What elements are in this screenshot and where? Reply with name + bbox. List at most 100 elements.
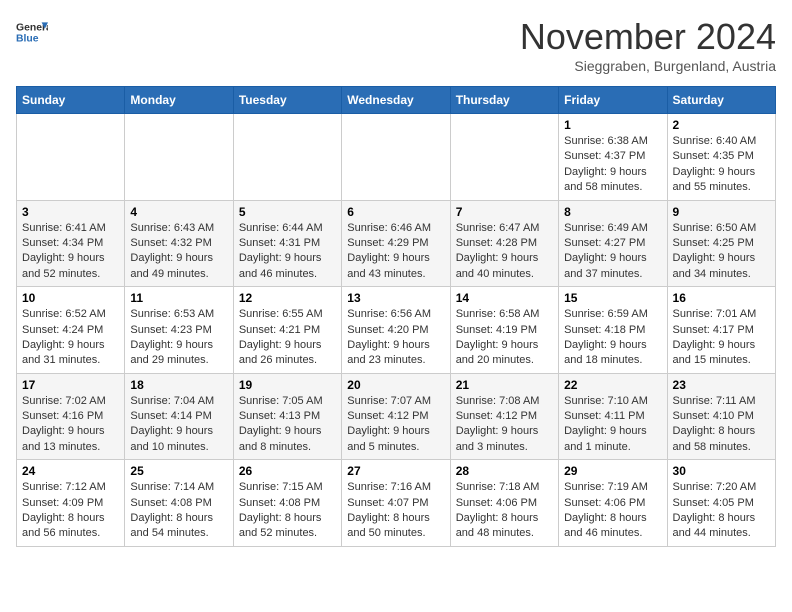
day-info: Sunrise: 7:02 AMSunset: 4:16 PMDaylight:… bbox=[22, 394, 119, 456]
weekday-header-monday: Monday bbox=[125, 87, 233, 114]
day-info: Sunrise: 6:41 AMSunset: 4:34 PMDaylight:… bbox=[22, 221, 119, 283]
day-info: Sunrise: 7:05 AMSunset: 4:13 PMDaylight:… bbox=[239, 394, 336, 456]
svg-text:Blue: Blue bbox=[16, 34, 39, 45]
day-cell bbox=[233, 114, 341, 201]
day-cell: 22Sunrise: 7:10 AMSunset: 4:11 PMDayligh… bbox=[559, 373, 667, 460]
day-info: Sunrise: 6:49 AMSunset: 4:27 PMDaylight:… bbox=[564, 221, 661, 283]
day-number: 16 bbox=[673, 291, 770, 305]
day-number: 20 bbox=[347, 378, 444, 392]
day-number: 26 bbox=[239, 464, 336, 478]
weekday-header-friday: Friday bbox=[559, 87, 667, 114]
day-number: 4 bbox=[130, 205, 227, 219]
logo-icon: General Blue bbox=[16, 16, 48, 48]
day-info: Sunrise: 6:53 AMSunset: 4:23 PMDaylight:… bbox=[130, 307, 227, 369]
day-number: 27 bbox=[347, 464, 444, 478]
day-number: 18 bbox=[130, 378, 227, 392]
week-row-5: 24 Sunrise: 7:12 AMSunset: 4:09 PMDayligh… bbox=[17, 460, 776, 547]
day-cell: 3Sunrise: 6:41 AMSunset: 4:34 PMDaylight… bbox=[17, 200, 125, 287]
day-cell: 24 Sunrise: 7:12 AMSunset: 4:09 PMDayligh… bbox=[17, 460, 125, 547]
page-header: General Blue November 2024 Sieggraben, B… bbox=[16, 16, 776, 74]
weekday-header-thursday: Thursday bbox=[450, 87, 558, 114]
weekday-header-tuesday: Tuesday bbox=[233, 87, 341, 114]
day-number: 21 bbox=[456, 378, 553, 392]
day-number: 30 bbox=[673, 464, 770, 478]
day-info: Sunrise: 6:55 AMSunset: 4:21 PMDaylight:… bbox=[239, 307, 336, 369]
day-info: Sunrise: 6:52 AMSunset: 4:24 PMDaylight:… bbox=[22, 307, 119, 369]
day-number: 14 bbox=[456, 291, 553, 305]
day-number: 2 bbox=[673, 118, 770, 132]
day-cell: 29 Sunrise: 7:19 AMSunset: 4:06 PMDayligh… bbox=[559, 460, 667, 547]
day-cell: 16Sunrise: 7:01 AMSunset: 4:17 PMDayligh… bbox=[667, 287, 775, 374]
month-title: November 2024 bbox=[520, 16, 776, 58]
day-number: 29 bbox=[564, 464, 661, 478]
day-cell: 2Sunrise: 6:40 AMSunset: 4:35 PMDaylight… bbox=[667, 114, 775, 201]
day-cell: 9Sunrise: 6:50 AMSunset: 4:25 PMDaylight… bbox=[667, 200, 775, 287]
day-cell: 4 Sunrise: 6:43 AMSunset: 4:32 PMDaylight… bbox=[125, 200, 233, 287]
day-number: 1 bbox=[564, 118, 661, 132]
day-cell: 13Sunrise: 6:56 AMSunset: 4:20 PMDayligh… bbox=[342, 287, 450, 374]
day-cell bbox=[450, 114, 558, 201]
day-cell: 1 Sunrise: 6:38 AMSunset: 4:37 PMDaylight… bbox=[559, 114, 667, 201]
day-cell: 20 Sunrise: 7:07 AMSunset: 4:12 PMDayligh… bbox=[342, 373, 450, 460]
weekday-header-saturday: Saturday bbox=[667, 87, 775, 114]
day-info: Sunrise: 7:07 AMSunset: 4:12 PMDaylight:… bbox=[347, 394, 444, 456]
day-number: 17 bbox=[22, 378, 119, 392]
day-cell: 15Sunrise: 6:59 AMSunset: 4:18 PMDayligh… bbox=[559, 287, 667, 374]
day-number: 25 bbox=[130, 464, 227, 478]
day-number: 11 bbox=[130, 291, 227, 305]
day-info: Sunrise: 6:43 AMSunset: 4:32 PMDaylight:… bbox=[130, 221, 227, 283]
day-cell: 30 Sunrise: 7:20 AMSunset: 4:05 PMDayligh… bbox=[667, 460, 775, 547]
day-info: Sunrise: 7:19 AMSunset: 4:06 PMDaylight:… bbox=[564, 480, 661, 542]
day-cell: 12 Sunrise: 6:55 AMSunset: 4:21 PMDayligh… bbox=[233, 287, 341, 374]
weekday-header-sunday: Sunday bbox=[17, 87, 125, 114]
day-info: Sunrise: 6:46 AMSunset: 4:29 PMDaylight:… bbox=[347, 221, 444, 283]
day-number: 6 bbox=[347, 205, 444, 219]
logo: General Blue bbox=[16, 16, 48, 48]
day-cell: 17 Sunrise: 7:02 AMSunset: 4:16 PMDayligh… bbox=[17, 373, 125, 460]
day-number: 9 bbox=[673, 205, 770, 219]
day-cell: 11 Sunrise: 6:53 AMSunset: 4:23 PMDayligh… bbox=[125, 287, 233, 374]
week-row-1: 1 Sunrise: 6:38 AMSunset: 4:37 PMDaylight… bbox=[17, 114, 776, 201]
day-number: 7 bbox=[456, 205, 553, 219]
day-cell: 28 Sunrise: 7:18 AMSunset: 4:06 PMDayligh… bbox=[450, 460, 558, 547]
day-info: Sunrise: 7:12 AMSunset: 4:09 PMDaylight:… bbox=[22, 480, 119, 542]
day-cell: 7 Sunrise: 6:47 AMSunset: 4:28 PMDaylight… bbox=[450, 200, 558, 287]
day-info: Sunrise: 6:38 AMSunset: 4:37 PMDaylight:… bbox=[564, 134, 661, 196]
day-info: Sunrise: 6:47 AMSunset: 4:28 PMDaylight:… bbox=[456, 221, 553, 283]
title-block: November 2024 Sieggraben, Burgenland, Au… bbox=[520, 16, 776, 74]
day-number: 15 bbox=[564, 291, 661, 305]
day-cell: 10 Sunrise: 6:52 AMSunset: 4:24 PMDayligh… bbox=[17, 287, 125, 374]
day-cell: 23Sunrise: 7:11 AMSunset: 4:10 PMDayligh… bbox=[667, 373, 775, 460]
day-info: Sunrise: 7:14 AMSunset: 4:08 PMDaylight:… bbox=[130, 480, 227, 542]
day-cell: 14Sunrise: 6:58 AMSunset: 4:19 PMDayligh… bbox=[450, 287, 558, 374]
day-number: 8 bbox=[564, 205, 661, 219]
day-cell: 5 Sunrise: 6:44 AMSunset: 4:31 PMDaylight… bbox=[233, 200, 341, 287]
day-number: 5 bbox=[239, 205, 336, 219]
day-info: Sunrise: 7:15 AMSunset: 4:08 PMDaylight:… bbox=[239, 480, 336, 542]
day-cell: 25 Sunrise: 7:14 AMSunset: 4:08 PMDayligh… bbox=[125, 460, 233, 547]
day-number: 12 bbox=[239, 291, 336, 305]
day-info: Sunrise: 7:18 AMSunset: 4:06 PMDaylight:… bbox=[456, 480, 553, 542]
week-row-4: 17 Sunrise: 7:02 AMSunset: 4:16 PMDayligh… bbox=[17, 373, 776, 460]
location: Sieggraben, Burgenland, Austria bbox=[520, 58, 776, 74]
day-info: Sunrise: 6:44 AMSunset: 4:31 PMDaylight:… bbox=[239, 221, 336, 283]
day-cell: 8 Sunrise: 6:49 AMSunset: 4:27 PMDaylight… bbox=[559, 200, 667, 287]
day-info: Sunrise: 7:20 AMSunset: 4:05 PMDaylight:… bbox=[673, 480, 770, 542]
day-number: 23 bbox=[673, 378, 770, 392]
week-row-2: 3Sunrise: 6:41 AMSunset: 4:34 PMDaylight… bbox=[17, 200, 776, 287]
day-number: 28 bbox=[456, 464, 553, 478]
day-info: Sunrise: 6:56 AMSunset: 4:20 PMDaylight:… bbox=[347, 307, 444, 369]
day-info: Sunrise: 7:10 AMSunset: 4:11 PMDaylight:… bbox=[564, 394, 661, 456]
day-cell bbox=[17, 114, 125, 201]
day-number: 10 bbox=[22, 291, 119, 305]
day-cell: 19Sunrise: 7:05 AMSunset: 4:13 PMDayligh… bbox=[233, 373, 341, 460]
day-number: 24 bbox=[22, 464, 119, 478]
day-cell: 21 Sunrise: 7:08 AMSunset: 4:12 PMDayligh… bbox=[450, 373, 558, 460]
day-cell bbox=[342, 114, 450, 201]
week-row-3: 10 Sunrise: 6:52 AMSunset: 4:24 PMDayligh… bbox=[17, 287, 776, 374]
day-cell bbox=[125, 114, 233, 201]
day-info: Sunrise: 7:04 AMSunset: 4:14 PMDaylight:… bbox=[130, 394, 227, 456]
day-info: Sunrise: 7:08 AMSunset: 4:12 PMDaylight:… bbox=[456, 394, 553, 456]
day-cell: 27Sunrise: 7:16 AMSunset: 4:07 PMDayligh… bbox=[342, 460, 450, 547]
day-cell: 26 Sunrise: 7:15 AMSunset: 4:08 PMDayligh… bbox=[233, 460, 341, 547]
